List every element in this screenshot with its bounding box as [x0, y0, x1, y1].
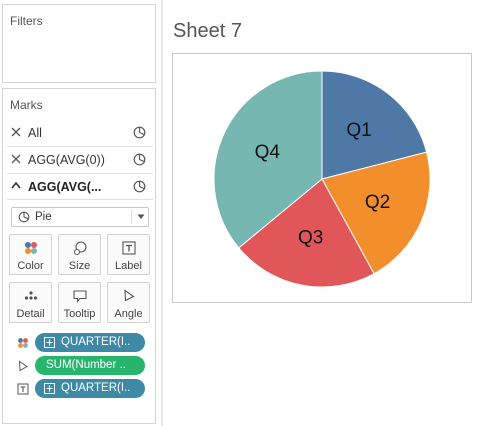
angle-icon: [18, 360, 28, 372]
pill-quarter-label[interactable]: QUARTER(I..: [35, 379, 145, 398]
color-button[interactable]: Color: [9, 234, 52, 275]
chevron-down-icon[interactable]: [11, 126, 21, 138]
marks-card: Marks All AGG(AVG(0)) AGG(AVG(... Pie Co…: [2, 88, 156, 424]
select-divider: [131, 210, 132, 224]
pie-mark-icon: [133, 153, 146, 166]
marks-row-label: AGG(AVG(...: [28, 180, 102, 194]
mark-type-label: Pie: [35, 211, 52, 223]
pill-label: QUARTER(I..: [61, 382, 131, 394]
chevron-up-icon[interactable]: [11, 180, 21, 192]
filters-card[interactable]: Filters: [2, 4, 156, 83]
sheet-title: Sheet 7: [173, 20, 242, 42]
pie-chart: Q1 Q2 Q3 Q4: [213, 70, 431, 288]
angle-button[interactable]: Angle: [107, 282, 150, 323]
pill-label: QUARTER(I..: [61, 336, 131, 348]
color-button-label: Color: [17, 260, 44, 272]
marks-row-label: All: [28, 126, 42, 140]
row-divider: [7, 199, 153, 200]
plus-box-icon[interactable]: [44, 383, 55, 394]
pill-row-label: QUARTER(I..: [3, 379, 155, 399]
tooltip-button-label: Tooltip: [63, 308, 96, 320]
pie-mark-icon: [18, 211, 30, 223]
marks-row-agg-expanded[interactable]: AGG(AVG(...: [3, 174, 155, 200]
marks-row-all[interactable]: All: [3, 120, 155, 146]
color-dots-icon: [18, 338, 28, 348]
detail-button-label: Detail: [16, 308, 45, 320]
marks-row-label: AGG(AVG(0)): [28, 153, 105, 167]
pie-label-q1: Q1: [346, 120, 371, 141]
panel-divider[interactable]: [161, 0, 163, 426]
pill-row-color: QUARTER(I..: [3, 333, 155, 353]
chevron-down-icon[interactable]: [137, 214, 145, 220]
angle-button-label: Angle: [114, 308, 143, 320]
pie-label-q4: Q4: [255, 142, 281, 163]
label-button[interactable]: Label: [107, 234, 150, 275]
detail-icon: [24, 291, 38, 300]
tooltip-icon: [73, 290, 87, 304]
left-panel: Filters Marks All AGG(AVG(0)) AGG(AVG(..…: [0, 0, 159, 426]
label-icon: [17, 383, 29, 395]
pie-label-q2: Q2: [365, 192, 390, 213]
marks-row-agg-0[interactable]: AGG(AVG(0)): [3, 147, 155, 173]
filters-title: Filters: [10, 14, 43, 28]
chart-frame: Q1 Q2 Q3 Q4: [172, 53, 472, 303]
label-button-label: Label: [115, 260, 142, 272]
plus-box-icon[interactable]: [44, 337, 55, 348]
pill-row-angle: SUM(Number ..: [3, 356, 155, 376]
detail-button[interactable]: Detail: [9, 282, 52, 323]
label-icon: [122, 241, 136, 255]
pill-quarter-color[interactable]: QUARTER(I..: [35, 333, 145, 352]
pie-mark-icon: [133, 180, 146, 193]
tooltip-button[interactable]: Tooltip: [58, 282, 101, 323]
mark-type-select[interactable]: Pie: [11, 207, 149, 227]
size-button[interactable]: Size: [58, 234, 101, 275]
pill-sum-number[interactable]: SUM(Number ..: [35, 356, 145, 375]
color-dots-icon: [25, 242, 37, 254]
pie-label-q3: Q3: [298, 227, 323, 248]
pill-label: SUM(Number ..: [46, 359, 126, 371]
chevron-down-icon[interactable]: [11, 153, 21, 165]
size-button-label: Size: [68, 260, 91, 272]
marks-title: Marks: [10, 98, 43, 112]
size-icon: [73, 241, 87, 256]
pie-mark-icon: [133, 126, 146, 139]
angle-icon: [124, 289, 135, 302]
